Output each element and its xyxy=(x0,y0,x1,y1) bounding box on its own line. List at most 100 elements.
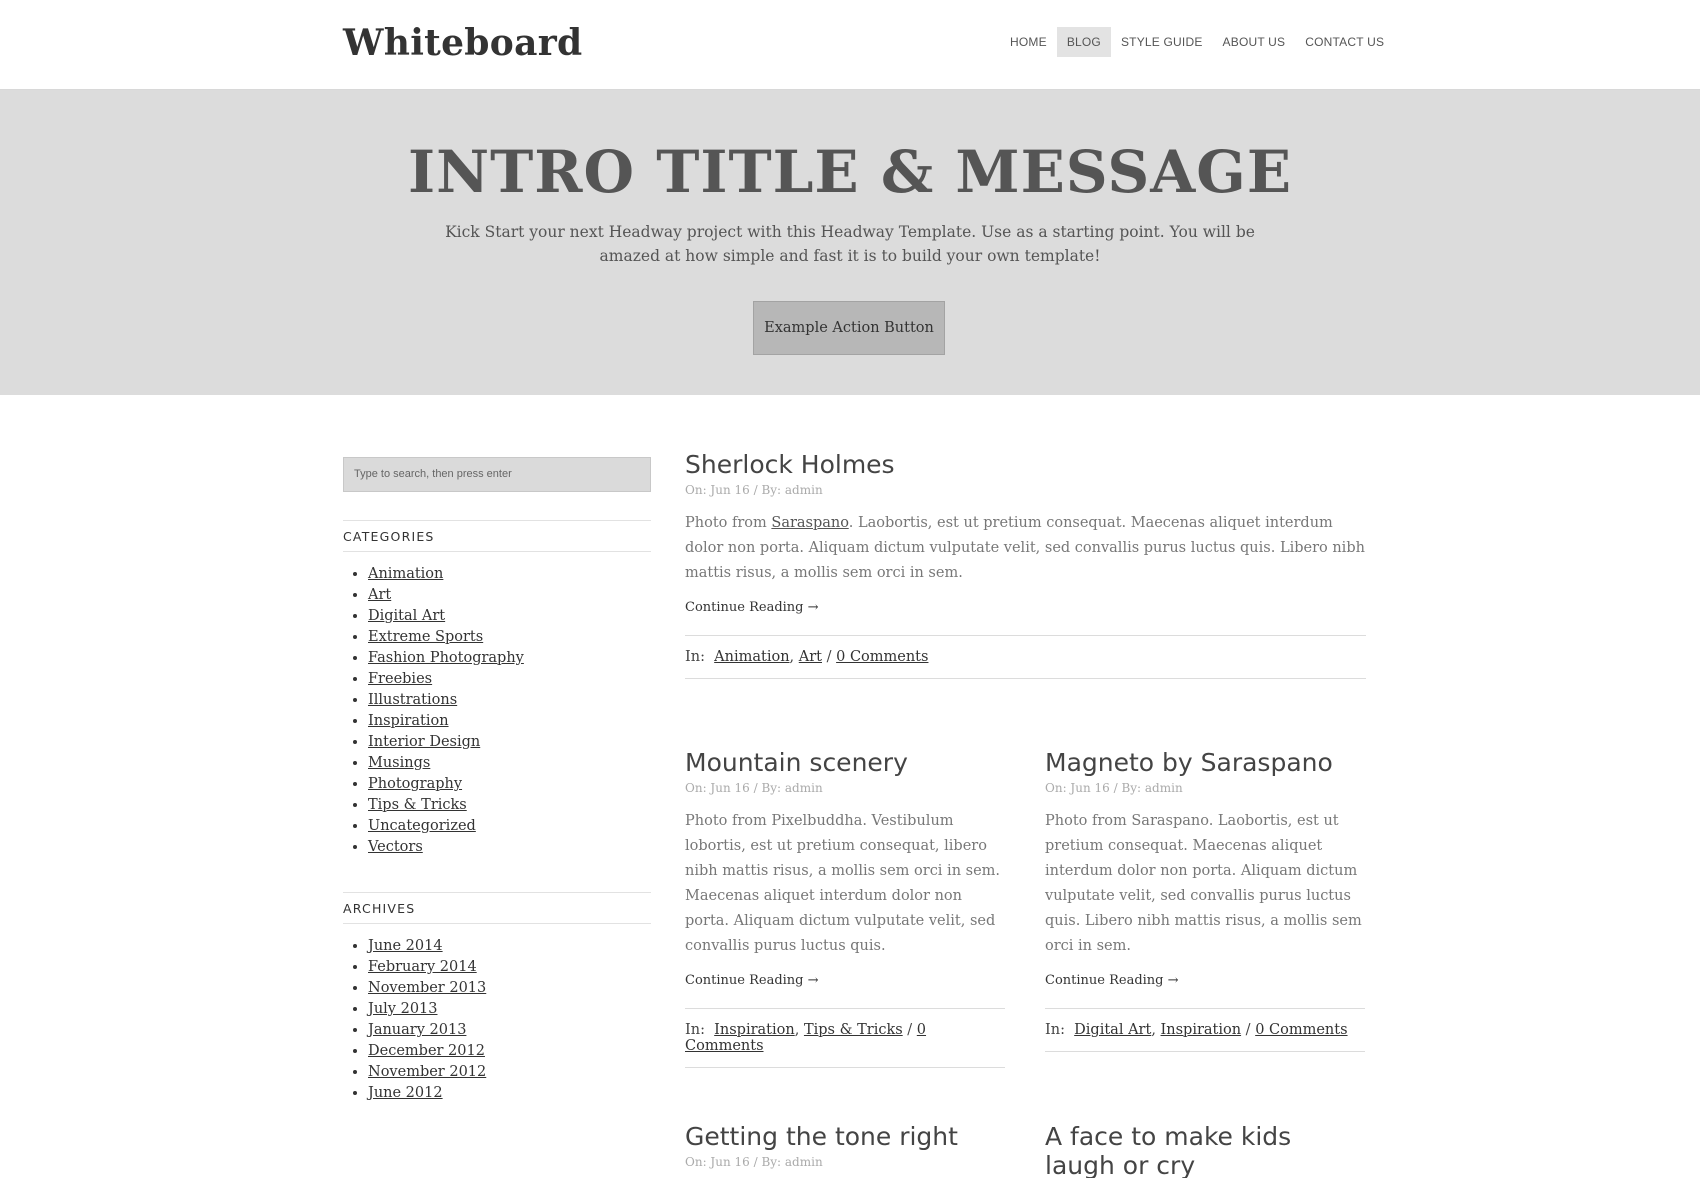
post-footer: In: Inspiration, Tips & Tricks / 0 Comme… xyxy=(685,1008,1005,1068)
post-meta: On: Jun 16 / By: admin xyxy=(685,781,823,795)
category-link[interactable]: Vectors xyxy=(368,839,423,855)
post-footer: In: Animation, Art / 0 Comments xyxy=(685,635,1366,679)
category-link[interactable]: Tips & Tricks xyxy=(804,1022,903,1038)
category-link[interactable]: Musings xyxy=(368,755,430,771)
list-item: July 2013 xyxy=(368,999,651,1020)
archive-link[interactable]: July 2013 xyxy=(368,1001,438,1017)
post-meta: On: Jun 16 / By: admin xyxy=(1045,781,1183,795)
post-mountain-scenery: Mountain scenery On: Jun 16 / By: admin … xyxy=(685,748,1005,1068)
category-link[interactable]: Inspiration xyxy=(714,1022,795,1038)
list-item: November 2012 xyxy=(368,1062,651,1083)
category-link[interactable]: Extreme Sports xyxy=(368,629,483,645)
post-title[interactable]: Magneto by Saraspano xyxy=(1045,748,1365,777)
in-label: In: xyxy=(685,649,705,665)
nav-blog[interactable]: BLOG xyxy=(1056,27,1111,57)
categories-title: CATEGORIES xyxy=(343,521,651,552)
post-getting-the-tone-right: Getting the tone right On: Jun 16 / By: … xyxy=(685,1122,1005,1169)
category-link[interactable]: Art xyxy=(799,649,822,665)
archive-link[interactable]: February 2014 xyxy=(368,959,477,975)
list-item: Illustrations xyxy=(368,690,651,711)
list-item: June 2014 xyxy=(368,936,651,957)
nav-contact-us[interactable]: CONTACT US xyxy=(1295,27,1394,57)
category-link[interactable]: Photography xyxy=(368,776,462,792)
nav-style-guide[interactable]: STYLE GUIDE xyxy=(1111,27,1213,57)
post-title[interactable]: Sherlock Holmes xyxy=(685,450,1366,479)
category-link[interactable]: Freebies xyxy=(368,671,432,687)
sidebar: Type to search, then press enter CATEGOR… xyxy=(343,457,651,1104)
category-link[interactable]: Inspiration xyxy=(368,713,449,729)
category-link[interactable]: Fashion Photography xyxy=(368,650,524,666)
category-link[interactable]: Art xyxy=(368,587,391,603)
post-meta: On: Jun 16 / By: admin xyxy=(685,1155,823,1169)
list-item: June 2012 xyxy=(368,1083,651,1104)
category-link[interactable]: Inspiration xyxy=(1161,1022,1242,1038)
category-link[interactable]: Interior Design xyxy=(368,734,480,750)
category-link[interactable]: Animation xyxy=(368,566,443,582)
post-title[interactable]: Mountain scenery xyxy=(685,748,1005,777)
list-item: Musings xyxy=(368,753,651,774)
excerpt-link[interactable]: Saraspano xyxy=(771,515,848,531)
categories-list: Animation Art Digital Art Extreme Sports… xyxy=(343,564,651,858)
post-title[interactable]: Getting the tone right xyxy=(685,1122,1005,1151)
post-sherlock-holmes: Sherlock Holmes On: Jun 16 / By: admin P… xyxy=(685,450,1366,679)
post-magneto: Magneto by Saraspano On: Jun 16 / By: ad… xyxy=(1045,748,1365,1052)
archive-link[interactable]: December 2012 xyxy=(368,1043,485,1059)
category-link[interactable]: Uncategorized xyxy=(368,818,476,834)
post-excerpt: Photo from Saraspano. Laobortis, est ut … xyxy=(1045,813,1362,954)
comments-link[interactable]: 0 Comments xyxy=(1255,1022,1347,1038)
archive-link[interactable]: January 2013 xyxy=(368,1022,466,1038)
list-item: Freebies xyxy=(368,669,651,690)
in-label: In: xyxy=(685,1022,705,1038)
intro-hero: INTRO TITLE & MESSAGE Kick Start your ne… xyxy=(0,90,1700,395)
list-item: December 2012 xyxy=(368,1041,651,1062)
list-item: Vectors xyxy=(368,837,651,858)
category-link[interactable]: Digital Art xyxy=(1074,1022,1151,1038)
category-link[interactable]: Digital Art xyxy=(368,608,445,624)
list-item: Photography xyxy=(368,774,651,795)
list-item: February 2014 xyxy=(368,957,651,978)
category-link[interactable]: Illustrations xyxy=(368,692,457,708)
archives-widget: ARCHIVES June 2014 February 2014 Novembe… xyxy=(343,892,651,1104)
site-logo[interactable]: Whiteboard xyxy=(343,22,582,64)
post-face-to-make-kids-laugh: A face to make kids laugh or cry xyxy=(1045,1122,1365,1178)
post-meta: On: Jun 16 / By: admin xyxy=(685,483,823,497)
hero-message: Kick Start your next Headway project wit… xyxy=(445,223,1255,265)
archive-link[interactable]: November 2013 xyxy=(368,980,486,996)
list-item: Art xyxy=(368,585,651,606)
site-header: Whiteboard HOME BLOG STYLE GUIDE ABOUT U… xyxy=(0,0,1700,90)
list-item: November 2013 xyxy=(368,978,651,999)
archive-link[interactable]: June 2012 xyxy=(368,1085,443,1101)
post-excerpt: Photo from Pixelbuddha. Vestibulum lobor… xyxy=(685,813,1001,954)
list-item: Fashion Photography xyxy=(368,648,651,669)
search-input[interactable]: Type to search, then press enter xyxy=(343,457,651,492)
list-item: Animation xyxy=(368,564,651,585)
archives-title: ARCHIVES xyxy=(343,893,651,924)
list-item: Uncategorized xyxy=(368,816,651,837)
continue-reading-link[interactable]: Continue Reading → xyxy=(685,973,1005,988)
post-title[interactable]: A face to make kids laugh or cry xyxy=(1045,1122,1365,1178)
hero-title: INTRO TITLE & MESSAGE xyxy=(407,138,1293,206)
archive-link[interactable]: November 2012 xyxy=(368,1064,486,1080)
continue-reading-link[interactable]: Continue Reading → xyxy=(685,600,1366,615)
list-item: January 2013 xyxy=(368,1020,651,1041)
list-item: Tips & Tricks xyxy=(368,795,651,816)
nav-about-us[interactable]: ABOUT US xyxy=(1213,27,1296,57)
excerpt-text: Photo from xyxy=(685,515,772,531)
nav-home[interactable]: HOME xyxy=(1000,27,1057,57)
post-excerpt: Photo from Saraspano. Laobortis, est ut … xyxy=(685,511,1366,586)
in-label: In: xyxy=(1045,1022,1065,1038)
categories-widget: CATEGORIES Animation Art Digital Art Ext… xyxy=(343,520,651,858)
category-link[interactable]: Tips & Tricks xyxy=(368,797,467,813)
main-nav: HOME BLOG STYLE GUIDE ABOUT US CONTACT U… xyxy=(1000,27,1394,57)
example-action-button[interactable]: Example Action Button xyxy=(753,301,945,355)
archive-link[interactable]: June 2014 xyxy=(368,938,443,954)
post-footer: In: Digital Art, Inspiration / 0 Comment… xyxy=(1045,1008,1365,1052)
category-link[interactable]: Animation xyxy=(714,649,789,665)
comments-link[interactable]: 0 Comments xyxy=(836,649,928,665)
list-item: Interior Design xyxy=(368,732,651,753)
archives-list: June 2014 February 2014 November 2013 Ju… xyxy=(343,936,651,1104)
list-item: Digital Art xyxy=(368,606,651,627)
list-item: Extreme Sports xyxy=(368,627,651,648)
continue-reading-link[interactable]: Continue Reading → xyxy=(1045,973,1365,988)
list-item: Inspiration xyxy=(368,711,651,732)
